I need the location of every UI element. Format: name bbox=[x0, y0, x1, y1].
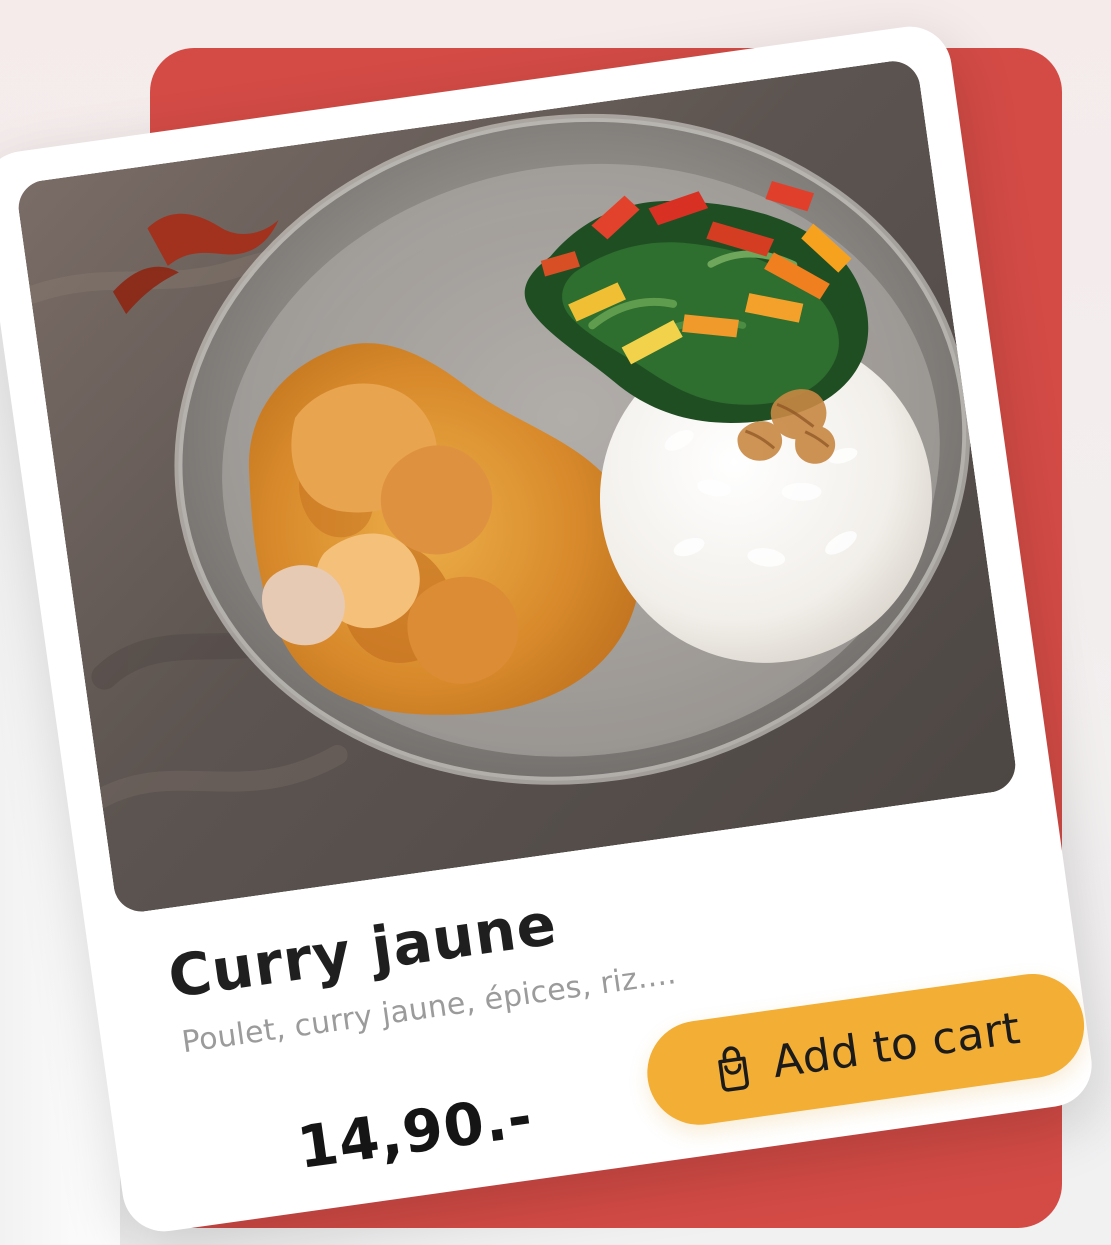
add-to-cart-label: Add to cart bbox=[769, 1002, 1024, 1088]
price-label: 14,90.- bbox=[293, 1081, 537, 1182]
add-to-cart-button[interactable]: Add to cart bbox=[640, 967, 1091, 1132]
curry-dish-illustration bbox=[15, 57, 1019, 916]
shopping-bag-icon bbox=[708, 1041, 758, 1095]
product-image bbox=[15, 57, 1019, 916]
product-card: Curry jaune Poulet, curry jaune, épices,… bbox=[0, 21, 1098, 1237]
